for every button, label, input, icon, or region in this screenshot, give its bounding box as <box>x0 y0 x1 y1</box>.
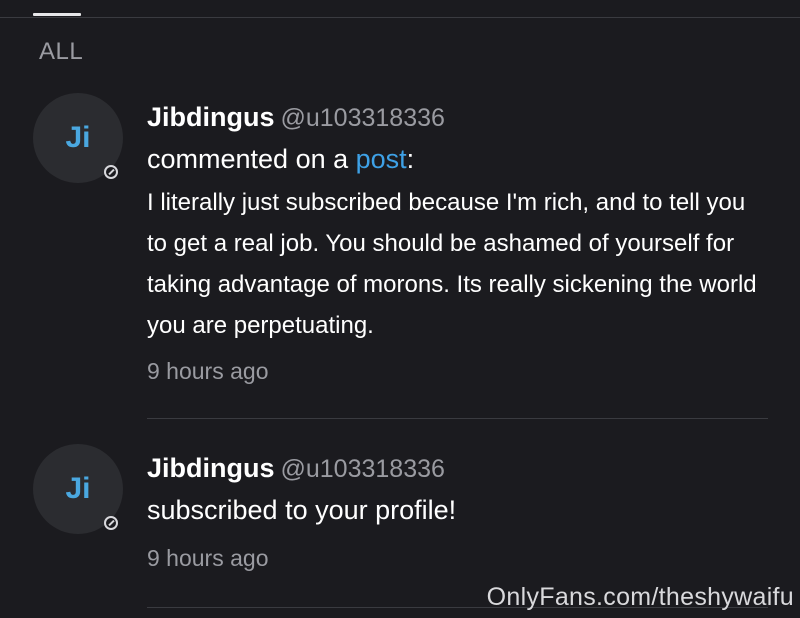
notification-divider <box>147 418 768 419</box>
notifications-screen: ALL Ji Jibdingus @u103318336 commented on… <box>0 0 800 618</box>
post-link[interactable]: post <box>356 144 407 174</box>
user-name[interactable]: Jibdingus <box>147 453 275 483</box>
status-offline-icon <box>104 516 118 530</box>
name-line: Jibdingus @u103318336 <box>147 101 768 134</box>
status-offline-icon <box>104 165 118 179</box>
name-line: Jibdingus @u103318336 <box>147 452 768 485</box>
user-handle[interactable]: @u103318336 <box>281 104 445 132</box>
comment-text: I literally just subscribed because I'm … <box>147 189 757 339</box>
avatar-initials: Ji <box>65 472 91 505</box>
tab-bar-divider <box>0 17 800 18</box>
section-label-all: ALL <box>39 38 84 65</box>
avatar-initials: Ji <box>65 121 91 154</box>
user-handle[interactable]: @u103318336 <box>281 455 445 483</box>
action-prefix: commented on a <box>147 144 356 174</box>
notification-action: subscribed to your profile! <box>147 495 457 525</box>
user-name[interactable]: Jibdingus <box>147 102 275 132</box>
timestamp: 9 hours ago <box>147 545 269 571</box>
watermark: OnlyFans.com/theshywaifu <box>486 583 794 611</box>
action-suffix: : <box>406 144 415 174</box>
active-tab-indicator <box>33 13 81 16</box>
timestamp: 9 hours ago <box>147 358 269 384</box>
notification-action: commented on a post: <box>147 142 768 176</box>
